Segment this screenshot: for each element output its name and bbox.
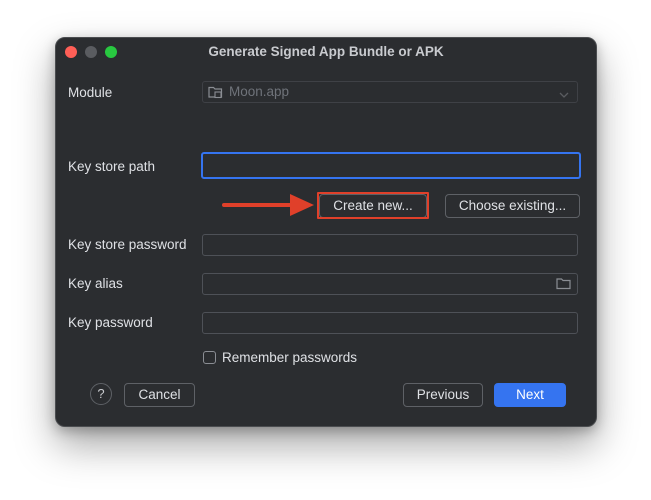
key-password-input[interactable] [202,312,578,334]
key-store-password-label: Key store password [68,237,187,252]
module-value: Moon.app [229,84,290,99]
previous-button[interactable]: Previous [403,383,483,407]
next-button[interactable]: Next [494,383,566,407]
dialog-window: Generate Signed App Bundle or APK Module… [55,37,597,427]
choose-existing-button[interactable]: Choose existing... [445,194,580,218]
create-new-button[interactable]: Create new... [319,194,427,218]
key-password-label: Key password [68,315,153,330]
folder-module-icon [208,85,224,102]
remember-passwords-checkbox[interactable] [203,351,216,364]
key-store-path-input[interactable] [201,152,581,179]
cancel-button[interactable]: Cancel [124,383,195,407]
key-store-password-input[interactable] [202,234,578,256]
arrow-right-icon [222,193,316,220]
key-store-path-label: Key store path [68,159,156,174]
key-alias-label: Key alias [68,276,123,291]
screenshot-stage: Generate Signed App Bundle or APK Module… [0,0,651,500]
chevron-down-icon [559,87,569,102]
module-label: Module [68,85,113,100]
key-alias-input[interactable] [202,273,578,295]
title-bar: Generate Signed App Bundle or APK [56,38,596,66]
help-button[interactable]: ? [90,383,112,405]
folder-icon[interactable] [556,277,571,293]
module-dropdown[interactable]: Moon.app [202,81,578,103]
dialog-title: Generate Signed App Bundle or APK [208,44,444,59]
remember-passwords-label[interactable]: Remember passwords [222,350,357,365]
